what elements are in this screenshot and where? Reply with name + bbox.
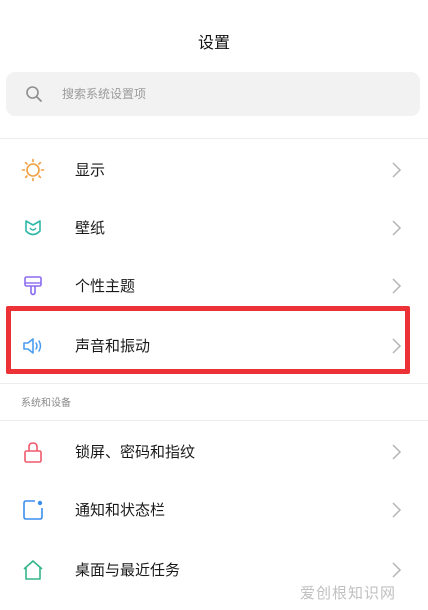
notification-icon xyxy=(23,500,43,520)
settings-item-label: 通知和状态栏 xyxy=(75,501,166,519)
settings-item-label: 桌面与最近任务 xyxy=(75,561,181,579)
wallpaper-icon xyxy=(25,220,41,236)
settings-item-label: 显示 xyxy=(75,161,106,179)
search-bar[interactable]: 搜索系统设置项 xyxy=(6,72,420,116)
chevron-right-icon xyxy=(392,444,402,460)
section-header-system: 系统和设备 xyxy=(21,398,71,409)
theme-brush-icon xyxy=(24,276,42,296)
search-icon xyxy=(26,86,42,102)
chevron-right-icon xyxy=(392,502,402,518)
home-icon xyxy=(23,560,43,580)
settings-item-display[interactable]: 显示 xyxy=(0,142,428,198)
sun-icon xyxy=(21,158,45,182)
chevron-right-icon xyxy=(392,220,402,236)
search-input[interactable]: 搜索系统设置项 xyxy=(62,72,146,116)
settings-item-notifications[interactable]: 通知和状态栏 xyxy=(0,482,428,538)
divider xyxy=(0,138,428,139)
settings-item-wallpaper[interactable]: 壁纸 xyxy=(0,200,428,256)
settings-item-lockscreen[interactable]: 锁屏、密码和指纹 xyxy=(0,424,428,480)
watermark: 爱创根知识网 xyxy=(300,584,397,602)
chevron-right-icon xyxy=(392,562,402,578)
divider xyxy=(0,383,428,384)
lock-icon xyxy=(24,442,42,463)
chevron-right-icon xyxy=(392,162,402,178)
divider xyxy=(0,420,428,421)
highlight-box xyxy=(6,306,410,374)
settings-item-label: 锁屏、密码和指纹 xyxy=(75,443,196,461)
chevron-right-icon xyxy=(392,278,402,294)
page-title: 设置 xyxy=(197,33,230,52)
settings-item-label: 壁纸 xyxy=(75,219,106,237)
